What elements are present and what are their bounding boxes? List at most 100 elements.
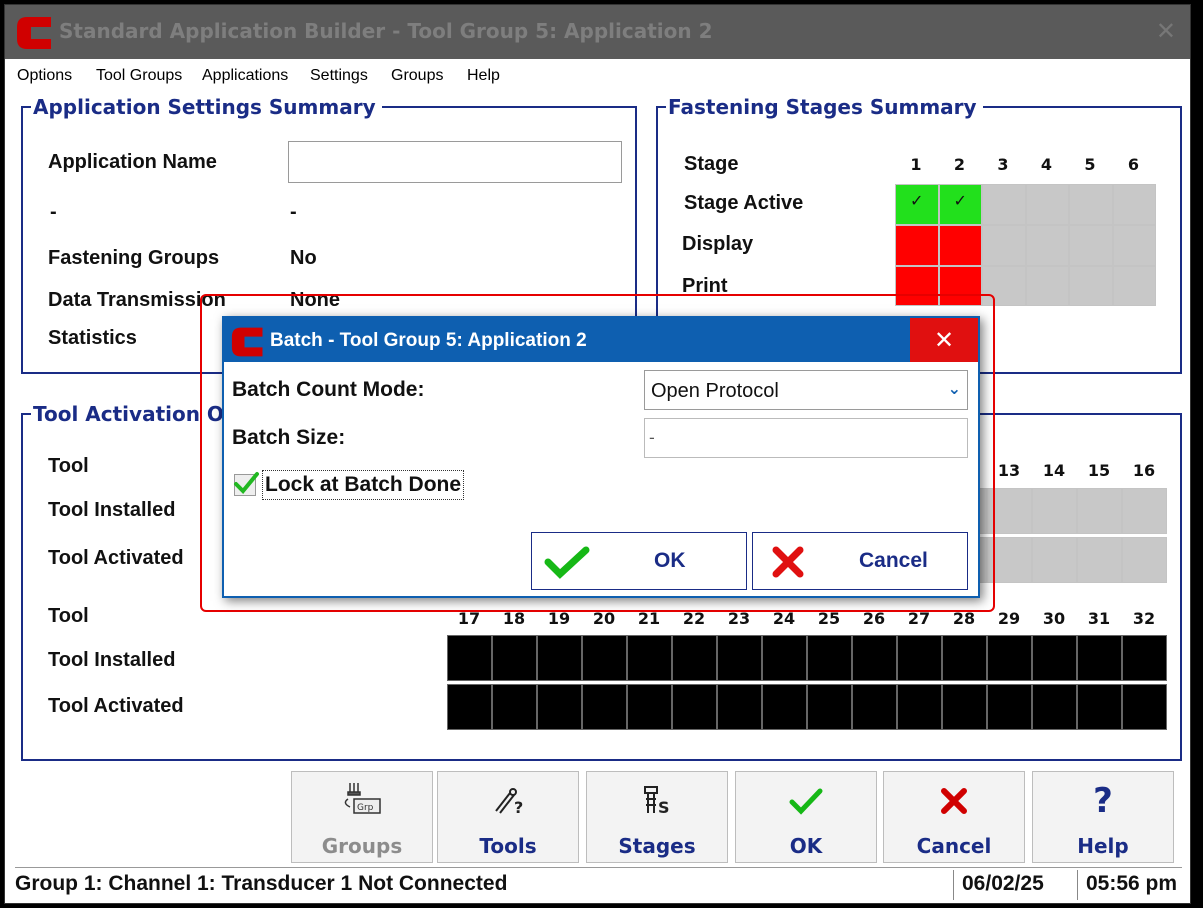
stage-print-cell-6: [1112, 266, 1156, 306]
window-close-icon[interactable]: ✕: [1156, 17, 1176, 45]
checkmark-icon: [234, 472, 259, 494]
batch-size-label: Batch Size:: [232, 426, 346, 449]
tool-activated-cell-30: [1032, 684, 1077, 730]
stage-number-1: 1: [910, 155, 922, 174]
menu-options[interactable]: Options: [17, 67, 72, 85]
tool-installed-row2-label: Tool Installed: [48, 649, 176, 671]
tool-activated-cell-28: [942, 684, 987, 730]
tool-number-29: 29: [997, 609, 1021, 628]
tool-installed-cell-32: [1122, 635, 1167, 681]
stage-display-cell-4: [1025, 225, 1069, 266]
fastening-groups-label: Fastening Groups: [48, 247, 220, 269]
stage-number-3: 3: [997, 155, 1009, 174]
window-title: Standard Application Builder - Tool Grou…: [59, 19, 713, 43]
tool-installed-cell-15: [1077, 488, 1122, 534]
menu-groups[interactable]: Groups: [391, 67, 443, 85]
menu-bar: Options Tool Groups Applications Setting…: [5, 61, 1190, 91]
tool-activated-cell-27: [897, 684, 942, 730]
batch-size-input[interactable]: -: [644, 418, 968, 458]
help-button[interactable]: ? Help: [1032, 771, 1174, 863]
stage-print-cell-4: [1025, 266, 1069, 306]
tool-activated-cell-24: [762, 684, 807, 730]
dialog-cancel-label: Cancel: [859, 549, 928, 572]
tools-icon: ?: [438, 782, 578, 820]
dialog-ok-button[interactable]: OK: [531, 532, 747, 590]
tool-installed-cell-20: [582, 635, 627, 681]
tool-activated-cell-18: [492, 684, 537, 730]
tool-activated-cell-25: [807, 684, 852, 730]
tool-activated-cell-22: [672, 684, 717, 730]
tool-row1-label: Tool: [48, 455, 89, 477]
menu-help[interactable]: Help: [467, 67, 500, 85]
tool-activated-cell-31: [1077, 684, 1122, 730]
stages-button-label: Stages: [618, 834, 696, 858]
tool-installed-cell-14: [1032, 488, 1077, 534]
stages-button[interactable]: S Stages: [586, 771, 728, 863]
groups-icon: Grp: [292, 782, 432, 820]
ok-button-label: OK: [789, 834, 823, 858]
batch-size-value: -: [649, 428, 655, 447]
status-bar: Group 1: Channel 1: Transducer 1 Not Con…: [15, 867, 1182, 901]
batch-count-mode-select[interactable]: Open Protocol ⌄: [644, 370, 968, 410]
tool-installed-cell-21: [627, 635, 672, 681]
stage-display-cell-5: [1069, 225, 1113, 266]
ok-button[interactable]: OK: [735, 771, 877, 863]
groups-button[interactable]: Grp Groups: [291, 771, 433, 863]
tool-installed-cell-24: [762, 635, 807, 681]
stage-number-5: 5: [1084, 155, 1096, 174]
tool-row2-label: Tool: [48, 605, 89, 627]
application-settings-title: Application Settings Summary: [31, 94, 382, 120]
dialog-title: Batch - Tool Group 5: Application 2: [270, 330, 587, 351]
stages-icon: S: [587, 782, 727, 820]
cancel-button[interactable]: Cancel: [883, 771, 1025, 863]
tool-installed-cell-25: [807, 635, 852, 681]
fastening-stages-title: Fastening Stages Summary: [666, 94, 983, 120]
lock-at-batch-done-checkbox[interactable]: [234, 472, 259, 496]
tool-installed-cell-22: [672, 635, 717, 681]
x-icon: [884, 782, 1024, 820]
stage-display-cell-2: [938, 225, 982, 266]
tool-installed-cell-16: [1122, 488, 1167, 534]
stage-display-cell-6: [1112, 225, 1156, 266]
app-logo-icon: [17, 17, 51, 49]
stage-display-cell-3: [982, 225, 1026, 266]
tool-activated-cell-23: [717, 684, 762, 730]
tool-number-16: 16: [1132, 461, 1156, 480]
tool-number-15: 15: [1087, 461, 1111, 480]
tool-number-32: 32: [1132, 609, 1156, 628]
stage-active-cell-1: ✓: [895, 184, 939, 225]
stage-active-cell-3: [982, 184, 1026, 225]
cancel-button-label: Cancel: [916, 834, 992, 858]
check-icon: ✓: [910, 191, 924, 210]
dialog-close-icon[interactable]: ✕: [910, 318, 978, 362]
tool-activated-cell-19: [537, 684, 582, 730]
tool-installed-cell-30: [1032, 635, 1077, 681]
stage-print-cell-5: [1069, 266, 1113, 306]
checkmark-icon: [544, 546, 590, 579]
tools-button-label: Tools: [479, 834, 537, 858]
tool-activated-row2-label: Tool Activated: [48, 695, 184, 717]
tool-installed-cell-18: [492, 635, 537, 681]
tools-button[interactable]: ? Tools: [437, 771, 579, 863]
dialog-cancel-button[interactable]: Cancel: [752, 532, 968, 590]
tool-activated-cell-14: [1032, 537, 1077, 583]
dash-value: -: [290, 201, 297, 223]
stage-active-cell-6: [1112, 184, 1156, 225]
application-name-field[interactable]: [288, 141, 622, 183]
status-time: 05:56 pm: [1077, 870, 1182, 900]
stage-active-cell-5: [1069, 184, 1113, 225]
tool-installed-row1-label: Tool Installed: [48, 499, 176, 521]
stage-number-2: 2: [953, 155, 966, 174]
dialog-ok-label: OK: [654, 549, 686, 572]
tool-activated-cell-15: [1077, 537, 1122, 583]
tool-activated-cell-29: [987, 684, 1032, 730]
menu-tool-groups[interactable]: Tool Groups: [96, 67, 182, 85]
menu-applications[interactable]: Applications: [202, 67, 288, 85]
batch-count-mode-value: Open Protocol: [651, 380, 779, 402]
tool-number-31: 31: [1087, 609, 1111, 628]
chevron-down-icon: ⌄: [947, 379, 961, 398]
tool-activated-cell-16: [1122, 537, 1167, 583]
menu-settings[interactable]: Settings: [310, 67, 368, 85]
svg-text:S: S: [658, 798, 670, 817]
lock-at-batch-done-label[interactable]: Lock at Batch Done: [262, 470, 465, 500]
